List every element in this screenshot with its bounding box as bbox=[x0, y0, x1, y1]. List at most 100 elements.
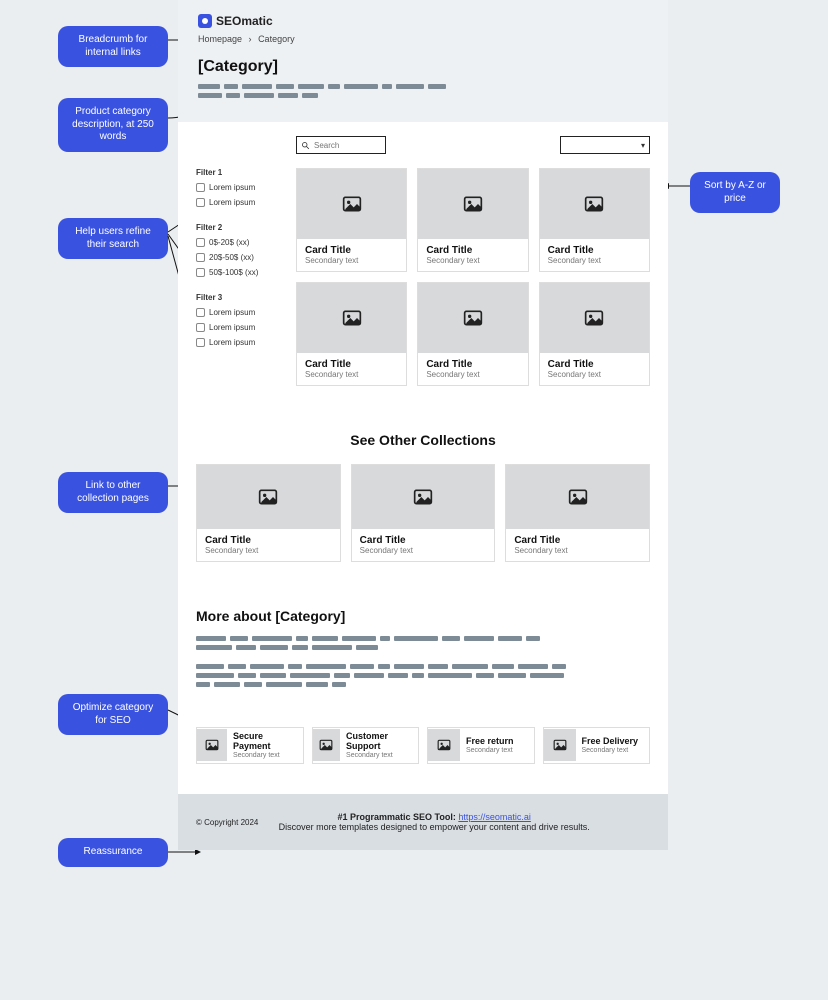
image-placeholder bbox=[540, 169, 649, 239]
image-placeholder bbox=[418, 169, 527, 239]
seo-paragraph-2 bbox=[196, 664, 566, 687]
card-subtitle: Secondary text bbox=[548, 256, 641, 265]
card-subtitle: Secondary text bbox=[360, 546, 487, 555]
more-about-heading: More about [Category] bbox=[196, 608, 650, 624]
card-title: Card Title bbox=[548, 359, 641, 370]
image-placeholder-icon bbox=[428, 729, 460, 761]
filter-option[interactable]: Lorem ipsum bbox=[196, 183, 284, 192]
reassurance-card: Free returnSecondary text bbox=[427, 727, 535, 764]
search-field[interactable] bbox=[314, 141, 372, 150]
annotation-sort: Sort by A-Z or price bbox=[690, 172, 780, 213]
image-placeholder bbox=[540, 283, 649, 353]
reassurance-card: Free DeliverySecondary text bbox=[543, 727, 651, 764]
checkbox-icon[interactable] bbox=[196, 308, 205, 317]
card-title: Card Title bbox=[305, 245, 398, 256]
checkbox-icon[interactable] bbox=[196, 183, 205, 192]
annotation-breadcrumb: Breadcrumb for internal links bbox=[58, 26, 168, 67]
filter-option[interactable]: Lorem ipsum bbox=[196, 338, 284, 347]
logo-icon bbox=[198, 14, 212, 28]
filter-option[interactable]: 0$-20$ (xx) bbox=[196, 238, 284, 247]
card-title: Card Title bbox=[548, 245, 641, 256]
card-title: Card Title bbox=[360, 535, 487, 546]
annotation-collections: Link to other collection pages bbox=[58, 472, 168, 513]
filter-option[interactable]: 20$-50$ (xx) bbox=[196, 253, 284, 262]
footer-promo: #1 Programmatic SEO Tool: https://seomat… bbox=[278, 812, 590, 832]
card-title: Card Title bbox=[205, 535, 332, 546]
reassurance-card: Secure PaymentSecondary text bbox=[196, 727, 304, 764]
annotation-reassurance: Reassurance bbox=[58, 838, 168, 867]
filter-option[interactable]: 50$-100$ (xx) bbox=[196, 268, 284, 277]
collections-heading: See Other Collections bbox=[196, 432, 650, 448]
filter-3-title: Filter 3 bbox=[196, 293, 284, 302]
filter-1-title: Filter 1 bbox=[196, 168, 284, 177]
product-card[interactable]: Card TitleSecondary text bbox=[417, 168, 528, 272]
chevron-right-icon: › bbox=[249, 34, 252, 44]
image-placeholder bbox=[197, 465, 340, 529]
filter-option[interactable]: Lorem ipsum bbox=[196, 308, 284, 317]
copyright: © Copyright 2024 bbox=[196, 818, 258, 827]
card-subtitle: Secondary text bbox=[514, 546, 641, 555]
footer: © Copyright 2024 #1 Programmatic SEO Too… bbox=[178, 794, 668, 850]
reassurance-subtitle: Secondary text bbox=[346, 752, 414, 759]
breadcrumb-category[interactable]: Category bbox=[258, 34, 295, 44]
reassurance-card: Customer SupportSecondary text bbox=[312, 727, 420, 764]
collection-card[interactable]: Card TitleSecondary text bbox=[351, 464, 496, 562]
card-subtitle: Secondary text bbox=[548, 370, 641, 379]
card-title: Card Title bbox=[426, 245, 519, 256]
card-subtitle: Secondary text bbox=[426, 370, 519, 379]
reassurance-title: Free return bbox=[466, 737, 514, 747]
checkbox-icon[interactable] bbox=[196, 198, 205, 207]
checkbox-icon[interactable] bbox=[196, 253, 205, 262]
filter-group-2: Filter 2 0$-20$ (xx) 20$-50$ (xx) 50$-10… bbox=[196, 223, 284, 277]
filter-group-1: Filter 1 Lorem ipsum Lorem ipsum bbox=[196, 168, 284, 207]
product-card[interactable]: Card TitleSecondary text bbox=[296, 282, 407, 386]
product-card[interactable]: Card TitleSecondary text bbox=[539, 282, 650, 386]
filter-2-title: Filter 2 bbox=[196, 223, 284, 232]
collection-card[interactable]: Card TitleSecondary text bbox=[196, 464, 341, 562]
checkbox-icon[interactable] bbox=[196, 323, 205, 332]
filter-option[interactable]: Lorem ipsum bbox=[196, 198, 284, 207]
image-placeholder bbox=[506, 465, 649, 529]
image-placeholder bbox=[418, 283, 527, 353]
annotation-description: Product category description, at 250 wor… bbox=[58, 98, 168, 152]
checkbox-icon[interactable] bbox=[196, 338, 205, 347]
collections-grid: Card TitleSecondary text Card TitleSecon… bbox=[196, 464, 650, 562]
card-subtitle: Secondary text bbox=[426, 256, 519, 265]
breadcrumb-home[interactable]: Homepage bbox=[198, 34, 242, 44]
card-title: Card Title bbox=[514, 535, 641, 546]
category-title: [Category] bbox=[198, 58, 648, 76]
annotation-seo: Optimize category for SEO bbox=[58, 694, 168, 735]
product-card[interactable]: Card TitleSecondary text bbox=[539, 168, 650, 272]
image-placeholder bbox=[297, 283, 406, 353]
reassurance-row: Secure PaymentSecondary text Customer Su… bbox=[196, 727, 650, 764]
filter-option[interactable]: Lorem ipsum bbox=[196, 323, 284, 332]
reassurance-subtitle: Secondary text bbox=[233, 752, 299, 759]
search-icon bbox=[301, 141, 310, 150]
image-placeholder-icon bbox=[197, 729, 227, 761]
category-description-placeholder bbox=[198, 84, 458, 98]
reassurance-title: Customer Support bbox=[346, 732, 414, 752]
checkbox-icon[interactable] bbox=[196, 238, 205, 247]
annotation-filters: Help users refine their search bbox=[58, 218, 168, 259]
seo-paragraph-1 bbox=[196, 636, 566, 650]
collection-card[interactable]: Card TitleSecondary text bbox=[505, 464, 650, 562]
image-placeholder-icon bbox=[313, 729, 341, 761]
footer-link[interactable]: https://seomatic.ai bbox=[458, 812, 531, 822]
product-card[interactable]: Card TitleSecondary text bbox=[296, 168, 407, 272]
product-card[interactable]: Card TitleSecondary text bbox=[417, 282, 528, 386]
breadcrumb[interactable]: Homepage › Category bbox=[198, 34, 648, 44]
brand-name: SEOmatic bbox=[216, 14, 273, 28]
search-input[interactable] bbox=[296, 136, 386, 154]
card-subtitle: Secondary text bbox=[305, 256, 398, 265]
reassurance-subtitle: Secondary text bbox=[582, 747, 639, 754]
filter-group-3: Filter 3 Lorem ipsum Lorem ipsum Lorem i… bbox=[196, 293, 284, 347]
image-placeholder bbox=[297, 169, 406, 239]
checkbox-icon[interactable] bbox=[196, 268, 205, 277]
card-title: Card Title bbox=[426, 359, 519, 370]
sort-dropdown[interactable]: ▾ bbox=[560, 136, 650, 154]
reassurance-subtitle: Secondary text bbox=[466, 747, 514, 754]
image-placeholder bbox=[352, 465, 495, 529]
hero-section: SEOmatic Homepage › Category [Category] bbox=[178, 0, 668, 122]
brand-logo: SEOmatic bbox=[198, 14, 648, 28]
reassurance-title: Secure Payment bbox=[233, 732, 299, 752]
